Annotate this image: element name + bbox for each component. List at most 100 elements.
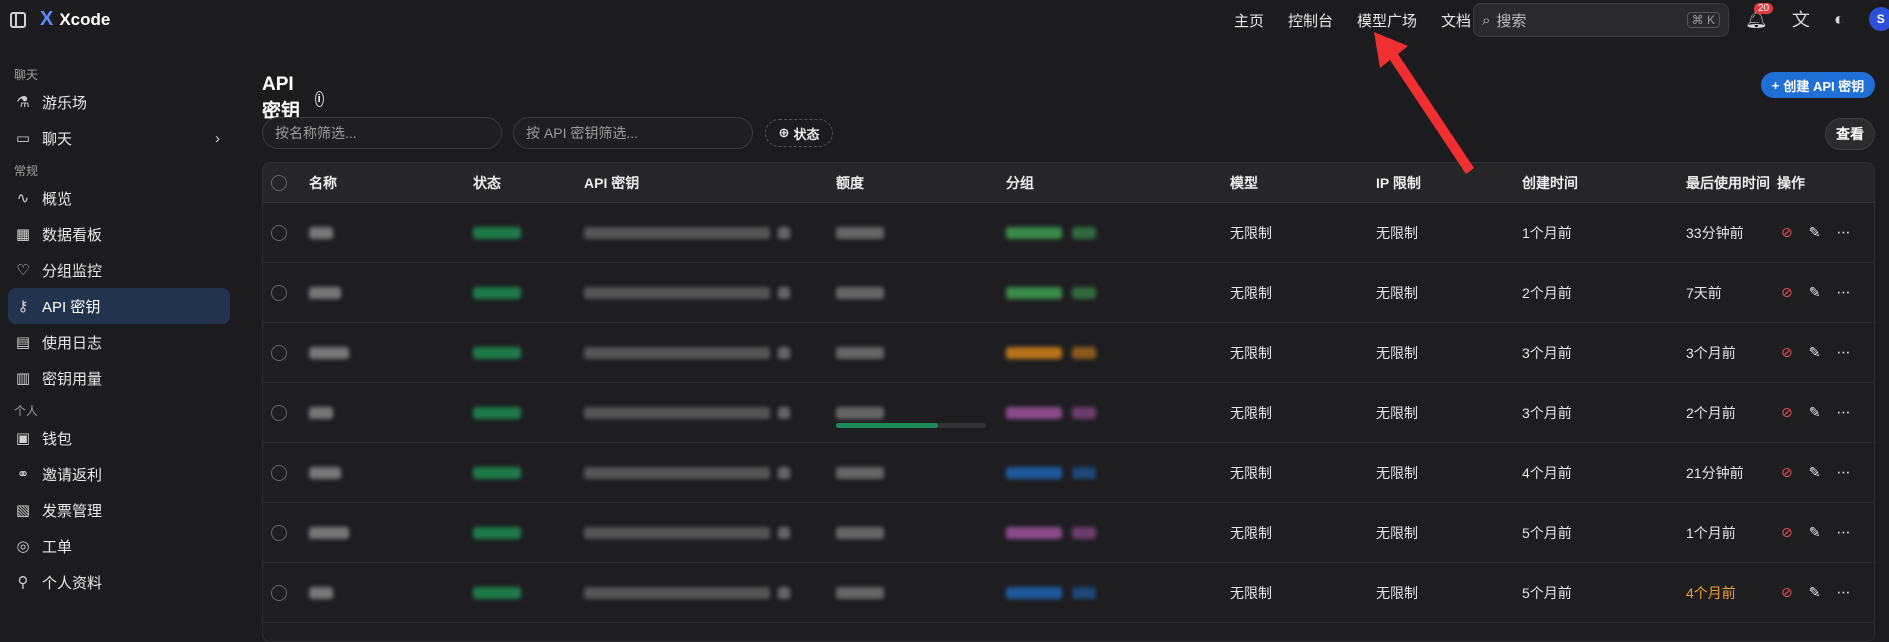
search-input[interactable]: ⌕ 搜索 ⌘ K [1473,3,1729,37]
row-checkbox[interactable] [271,323,287,382]
sidebar-item-invoice[interactable]: ▧ 发票管理 [8,492,230,528]
row-checkbox[interactable] [271,443,287,502]
col-name[interactable]: 名称 [309,163,337,202]
table-row[interactable]: 无限制 无限制 5个月前 4个月前 ⊘ ✎ ⋯ [263,563,1874,623]
ip-limit: 无限制 [1376,524,1418,541]
col-status[interactable]: 状态 [473,163,501,202]
col-model[interactable]: 模型 [1230,163,1258,202]
status-badge [473,263,521,322]
disable-key-icon[interactable]: ⊘ [1781,404,1793,421]
row-checkbox[interactable] [271,563,287,622]
col-created[interactable]: 创建时间 [1522,163,1578,202]
disable-key-icon[interactable]: ⊘ [1781,344,1793,361]
row-checkbox[interactable] [271,203,287,262]
ip-limit: 无限制 [1376,584,1418,601]
info-icon[interactable]: i [314,90,324,107]
last-used-time: 1个月前 [1686,524,1736,541]
sidebar-item-usage-log[interactable]: ▤ 使用日志 [8,324,230,360]
disable-key-icon[interactable]: ⊘ [1781,524,1793,541]
bell-icon[interactable]: 🔔︎ 20 [1745,2,1774,30]
name-filter-input[interactable]: 按名称筛选... [262,117,502,149]
created-time: 2个月前 [1522,284,1572,301]
nav-docs[interactable]: 文档 [1441,10,1471,31]
status-badge [473,563,521,622]
created-time: 4个月前 [1522,464,1572,481]
quota-value [836,563,884,622]
sidebar-item-overview[interactable]: ∿ 概览 [8,180,230,216]
sidebar-item-ticket[interactable]: ◎ 工单 [8,528,230,564]
sidebar-item-playground[interactable]: ⚗ 游乐场 [8,84,230,120]
more-icon[interactable]: ⋯ [1836,344,1851,361]
col-ip-limit[interactable]: IP 限制 [1376,163,1421,202]
disable-key-icon[interactable]: ⊘ [1781,584,1793,601]
brand-name[interactable]: Xcode [59,10,110,30]
sidebar-item-referral[interactable]: ⚭ 邀请返利 [8,456,230,492]
more-icon[interactable]: ⋯ [1836,584,1851,601]
row-checkbox[interactable] [271,263,287,322]
name-filter-placeholder: 按名称筛选... [275,125,357,141]
key-filter-input[interactable]: 按 API 密钥筛选... [513,117,753,149]
select-all-checkbox[interactable] [271,163,287,202]
sidebar-item-label: 概览 [42,190,73,208]
status-filter-button[interactable]: ⊕ 状态 [765,119,833,147]
sidebar-item-group-monitor[interactable]: ♡ 分组监控 [8,252,230,288]
table-row[interactable]: 无限制 无限制 3个月前 3个月前 ⊘ ✎ ⋯ [263,323,1874,383]
edit-icon[interactable]: ✎ [1809,464,1821,481]
nav-home[interactable]: 主页 [1234,10,1264,31]
row-checkbox[interactable] [271,503,287,562]
handshake-icon: ⚭ [16,466,30,483]
edit-icon[interactable]: ✎ [1809,524,1821,541]
table-row[interactable]: 无限制 无限制 5个月前 1个月前 ⊘ ✎ ⋯ [263,503,1874,563]
table-row[interactable]: 无限制 无限制 1个月前 33分钟前 ⊘ ✎ ⋯ [263,203,1874,263]
last-used-time: 7天前 [1686,284,1722,301]
edit-icon[interactable]: ✎ [1809,284,1821,301]
sidebar-toggle-icon[interactable] [10,11,26,28]
search-placeholder: 搜索 [1496,12,1527,30]
created-time: 3个月前 [1522,404,1572,421]
quota-value [836,203,884,262]
sidebar-item-chat[interactable]: ▭ 聊天 › [8,120,230,156]
api-key-value [584,383,790,442]
user-icon: ⚲ [17,574,29,591]
ip-limit: 无限制 [1376,464,1418,481]
col-quota[interactable]: 额度 [836,163,864,202]
disable-key-icon[interactable]: ⊘ [1781,464,1793,481]
group-tags [1006,503,1096,562]
more-icon[interactable]: ⋯ [1836,524,1851,541]
more-icon[interactable]: ⋯ [1836,464,1851,481]
edit-icon[interactable]: ✎ [1809,224,1821,241]
created-time: 5个月前 [1522,524,1572,541]
api-key-value [584,563,790,622]
table-row[interactable]: 无限制 无限制 2个月前 7天前 ⊘ ✎ ⋯ [263,263,1874,323]
disable-key-icon[interactable]: ⊘ [1781,284,1793,301]
nav-model-square[interactable]: 模型广场 [1357,10,1417,31]
view-button[interactable]: 查看 [1825,118,1875,150]
sidebar-item-key-usage[interactable]: ▥ 密钥用量 [8,360,230,396]
table-row[interactable]: 无限制 无限制 3个月前 2个月前 ⊘ ✎ ⋯ [263,383,1874,443]
sidebar-item-dashboard[interactable]: ▦ 数据看板 [8,216,230,252]
avatar[interactable]: S [1868,7,1889,31]
table-row[interactable]: 无限制 无限制 4个月前 21分钟前 ⊘ ✎ ⋯ [263,443,1874,503]
col-api-key[interactable]: API 密钥 [584,163,639,202]
disable-key-icon[interactable]: ⊘ [1781,224,1793,241]
translate-icon[interactable]: 文 [1792,6,1810,32]
palette-icon[interactable]: ◐ [1834,9,1845,30]
page-title-text: API 密钥 [262,74,301,122]
sidebar-item-wallet[interactable]: ▣ 钱包 [8,420,230,456]
edit-icon[interactable]: ✎ [1809,404,1821,421]
edit-icon[interactable]: ✎ [1809,344,1821,361]
sidebar-item-api-keys[interactable]: ⚷ API 密钥 [8,288,230,324]
row-checkbox[interactable] [271,383,287,442]
status-badge [473,383,521,442]
more-icon[interactable]: ⋯ [1836,284,1851,301]
create-api-key-button[interactable]: + 创建 API 密钥 [1761,72,1875,98]
sidebar-item-profile[interactable]: ⚲ 个人资料 [8,564,230,600]
col-group[interactable]: 分组 [1006,163,1034,202]
more-icon[interactable]: ⋯ [1836,404,1851,421]
model-limit: 无限制 [1230,404,1272,421]
more-icon[interactable]: ⋯ [1836,224,1851,241]
col-last-used[interactable]: 最后使用时间 [1686,163,1770,202]
nav-console[interactable]: 控制台 [1288,10,1333,31]
edit-icon[interactable]: ✎ [1809,584,1821,601]
sidebar-item-label: 工单 [42,538,73,556]
